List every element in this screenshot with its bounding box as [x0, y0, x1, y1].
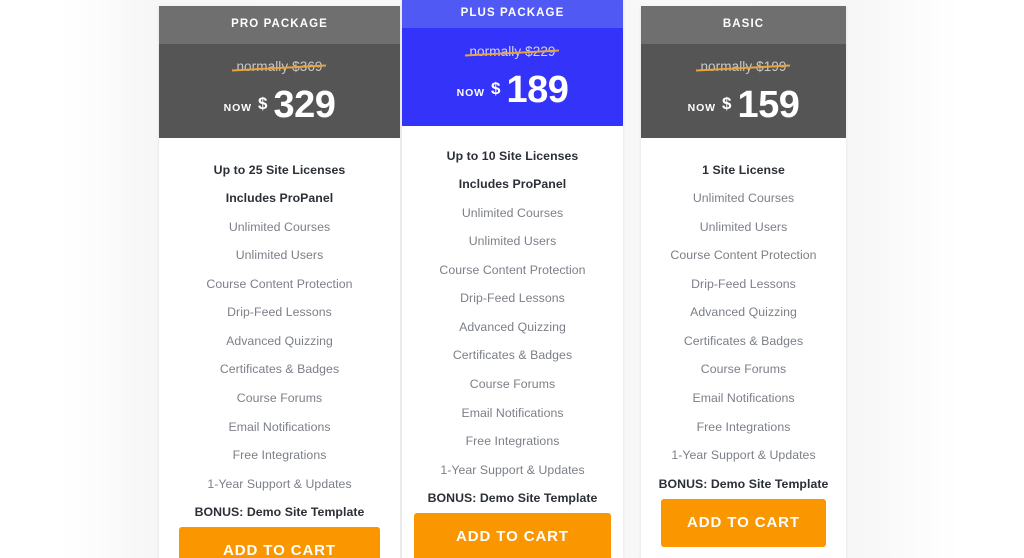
feature-item: Certificates & Badges	[452, 348, 573, 363]
feature-item: Unlimited Users	[699, 219, 788, 234]
currency-symbol: $	[722, 94, 732, 113]
feature-item: Free Integrations	[232, 448, 327, 463]
feature-item: Advanced Quizzing	[226, 333, 333, 348]
feature-item: Drip-Feed Lessons	[460, 291, 565, 306]
current-price-row: NOW $159	[641, 86, 846, 124]
feature-item: Certificates & Badges	[219, 362, 340, 377]
feature-item: Course Forums	[469, 376, 556, 391]
feature-item: Course Content Protection	[206, 276, 353, 291]
feature-item: Unlimited Courses	[692, 191, 795, 206]
feature-list-basic: 1 Site License Unlimited Courses Unlimited…	[641, 138, 846, 499]
feature-item: Email Notifications	[228, 419, 331, 434]
feature-item: Email Notifications	[692, 390, 795, 405]
package-title: PLUS PACKAGE	[402, 0, 623, 28]
feature-item: 1-Year Support & Updates	[440, 462, 585, 477]
add-to-cart-button[interactable]: ADD TO CART	[179, 527, 380, 558]
original-price-strikethrough: normally $199	[700, 59, 787, 74]
now-label: NOW	[687, 102, 716, 114]
current-price-row: NOW $329	[159, 86, 400, 124]
price-amount: 329	[273, 84, 336, 126]
feature-item: Course Content Protection	[670, 248, 817, 263]
feature-item: Unlimited Courses	[228, 219, 331, 234]
currency-symbol: $	[258, 94, 268, 113]
feature-item: Advanced Quizzing	[459, 319, 566, 334]
pricing-card-plus: PLUS PACKAGE normally $229 NOW $189 Up to 10…	[402, 0, 623, 558]
currency-symbol: $	[491, 79, 501, 98]
feature-item: Email Notifications	[461, 405, 564, 420]
feature-list-pro: Up to 25 Site Licenses Includes ProPanel U…	[159, 138, 400, 527]
pricing-card-basic: BASIC normally $199 NOW $159 1 Site License U…	[641, 6, 846, 558]
price-amount: 159	[737, 84, 800, 126]
original-price-strikethrough: normally $229	[469, 44, 556, 59]
package-title: BASIC	[641, 6, 846, 44]
card-footer-plus: ADD TO CART30-Day Money Back Guarantee.	[402, 513, 623, 558]
pricing-card-pro: PRO PACKAGE normally $369 NOW $329 Up to 25 …	[159, 6, 400, 558]
feature-item: Course Content Protection	[439, 262, 586, 277]
feature-item: Up to 25 Site Licenses	[213, 162, 346, 177]
feature-item: Free Integrations	[696, 419, 791, 434]
feature-item: Unlimited Users	[235, 248, 324, 263]
feature-item: Advanced Quizzing	[690, 305, 797, 320]
feature-item: Includes ProPanel	[225, 191, 334, 206]
price-zone: normally $229 NOW $189	[402, 28, 623, 126]
card-header-plus: PLUS PACKAGE normally $229 NOW $189	[402, 0, 623, 126]
card-footer-basic: ADD TO CART30-Day Money Back Guarantee.	[641, 498, 846, 558]
feature-item: Certificates & Badges	[683, 333, 804, 348]
feature-item: Unlimited Users	[468, 234, 557, 249]
feature-item: Includes ProPanel	[458, 177, 567, 192]
card-footer-pro: ADD TO CART30-Day Money Back Guarantee.	[159, 527, 400, 558]
price-amount: 189	[506, 69, 569, 111]
feature-item: BONUS: Demo Site Template	[427, 491, 598, 506]
feature-item: Course Forums	[700, 362, 787, 377]
add-to-cart-button[interactable]: ADD TO CART	[414, 513, 611, 558]
feature-item: Course Forums	[236, 390, 323, 405]
package-title: PRO PACKAGE	[159, 6, 400, 44]
add-to-cart-button[interactable]: ADD TO CART	[661, 498, 826, 547]
feature-item: Unlimited Courses	[461, 205, 564, 220]
card-header-basic: BASIC normally $199 NOW $159	[641, 6, 846, 138]
feature-item: Drip-Feed Lessons	[227, 305, 332, 320]
price-zone: normally $199 NOW $159	[641, 44, 846, 138]
feature-item: Drip-Feed Lessons	[691, 276, 796, 291]
feature-item: 1-Year Support & Updates	[671, 448, 816, 463]
current-price-row: NOW $189	[402, 71, 623, 109]
card-header-pro: PRO PACKAGE normally $369 NOW $329	[159, 6, 400, 138]
feature-item: Free Integrations	[465, 434, 560, 449]
original-price-strikethrough: normally $369	[236, 59, 323, 74]
now-label: NOW	[456, 87, 485, 99]
feature-item: 1-Year Support & Updates	[207, 476, 352, 491]
feature-item: BONUS: Demo Site Template	[658, 476, 829, 491]
feature-item: BONUS: Demo Site Template	[194, 505, 365, 520]
feature-item: Up to 10 Site Licenses	[446, 148, 579, 163]
price-zone: normally $369 NOW $329	[159, 44, 400, 138]
now-label: NOW	[223, 102, 252, 114]
feature-list-plus: Up to 10 Site Licenses Includes ProPanel U…	[402, 126, 623, 513]
feature-item: 1 Site License	[702, 162, 785, 177]
pricing-table: PRO PACKAGE normally $369 NOW $329 Up to 25 …	[0, 0, 1024, 558]
